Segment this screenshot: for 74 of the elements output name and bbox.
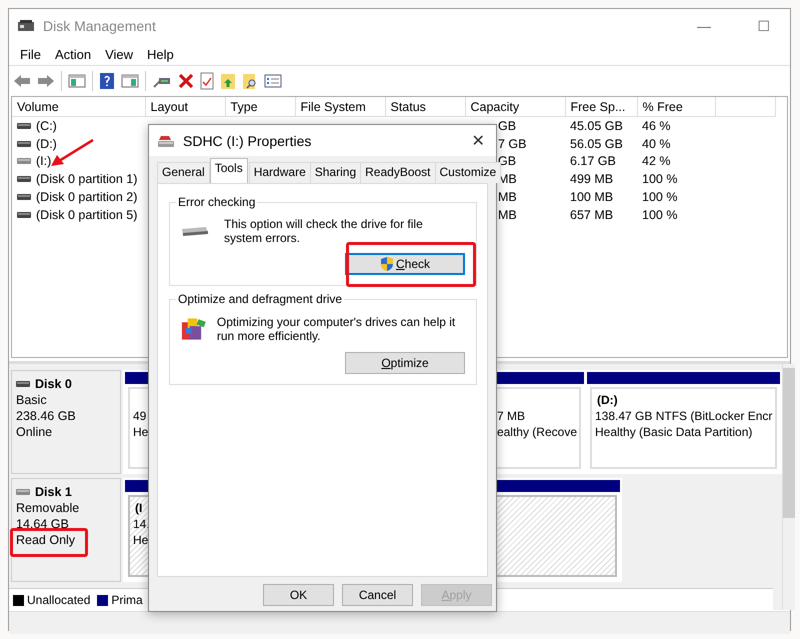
disk-info: Read Only — [16, 533, 76, 547]
column-header[interactable]: Layout — [145, 97, 225, 116]
check-button[interactable]: Check — [345, 253, 465, 275]
partition-info: 49 — [133, 409, 148, 423]
partition-info: 7 MB — [496, 409, 526, 423]
tab[interactable]: General — [157, 162, 210, 183]
volume-name: (I:) — [36, 154, 52, 168]
table-cell-text: 499 MB — [569, 171, 614, 188]
table-cell-text: 100 MB — [569, 189, 614, 206]
volume-name: (C:) — [36, 118, 57, 133]
column-header[interactable]: % Free — [637, 97, 715, 116]
close-button[interactable]: ✕ — [460, 130, 496, 150]
column-header[interactable]: File System — [295, 97, 385, 116]
disk-label-panel[interactable]: Disk 1 Removable 14.64 GB Read Only — [11, 478, 121, 582]
legend-label: Unallocated — [27, 593, 90, 607]
table-cell: 46 % — [637, 116, 715, 135]
legend-label: Prima — [111, 593, 143, 607]
menu-item[interactable]: File — [13, 46, 48, 62]
disk-label-panel[interactable]: Disk 0 Basic 238.46 GB Online — [11, 370, 121, 474]
table-cell: 7 GB — [498, 136, 526, 151]
partition-info: He — [133, 425, 150, 439]
minimize-button[interactable]: — — [678, 18, 730, 34]
disk-info: Online — [16, 425, 54, 439]
partition-info: 138.47 GB NTFS (BitLocker Encr — [595, 409, 772, 423]
table-cell-text: 100 % — [641, 171, 678, 188]
column-header[interactable]: Capacity — [465, 97, 565, 116]
column-header[interactable]: Volume — [12, 97, 145, 116]
menu-item[interactable]: Action — [48, 46, 98, 62]
disk-info: 14.64 GB — [16, 517, 70, 531]
menu-item[interactable]: Help — [140, 46, 181, 62]
tab[interactable]: Customize — [434, 162, 502, 183]
maximize-button[interactable]: ☐ — [738, 18, 790, 34]
partition-info: He — [133, 533, 150, 547]
table-cell-text: 100 % — [641, 189, 678, 206]
table-cell-text: 42 % — [641, 153, 672, 170]
partition-info: 14. — [133, 517, 151, 531]
volume-name: (Disk 0 partition 5) — [36, 208, 138, 222]
column-header[interactable]: Type — [225, 97, 295, 116]
description-text: This option will check the drive for file system errors. — [224, 217, 424, 245]
table-cell: MB — [498, 208, 517, 222]
table-cell: 45.05 GB — [565, 116, 637, 135]
tab[interactable]: Hardware — [248, 162, 311, 183]
dialog-button[interactable]: Cancel — [342, 584, 413, 606]
partition-title: (D:) — [596, 393, 619, 407]
group-title: Error checking — [176, 195, 258, 209]
disk-info: Basic — [16, 393, 48, 407]
column-header[interactable]: Status — [385, 97, 465, 116]
table-cell: GB — [498, 118, 516, 133]
optimize-button[interactable]: Optimize — [345, 352, 465, 374]
volume-name: (D:) — [36, 136, 57, 151]
partition-title: (I — [134, 501, 144, 515]
disk-name: Disk 0 — [35, 377, 72, 391]
disk-info: 238.46 GB — [16, 409, 77, 423]
description-text: Optimizing your computer's drives can help it run more efficiently. — [216, 315, 456, 343]
group-title: Optimize and defragment drive — [176, 292, 344, 306]
window-title: Disk Management — [43, 18, 156, 34]
table-cell-text: 6.17 GB — [569, 153, 617, 170]
table-cell-text: 40 % — [641, 136, 672, 153]
table-cell-text: 56.05 GB — [569, 136, 624, 153]
partition-info: ealthy (Recove — [496, 425, 577, 439]
dialog-button[interactable]: OK — [263, 584, 334, 606]
menu-item[interactable]: View — [98, 46, 140, 62]
column-header[interactable]: Free Sp... — [565, 97, 637, 116]
volume-name: (Disk 0 partition 1) — [36, 172, 138, 186]
disk-info: Removable — [16, 501, 80, 515]
partition-box[interactable]: (D:) 138.47 GB NTFS (BitLocker Encr Healthy (Basic Data Partition) — [590, 387, 778, 469]
volume-name: (Disk 0 partition 2) — [36, 190, 138, 204]
tab[interactable]: Tools — [210, 158, 248, 183]
table-cell: MB — [498, 190, 517, 204]
disk-name: Disk 1 — [35, 485, 72, 499]
table-cell-text: 100 % — [641, 206, 678, 224]
table-cell-text: 657 MB — [569, 206, 614, 224]
dialog-title: SDHC (I:) Properties — [183, 132, 312, 148]
partition-info: Healthy (Basic Data Partition) — [595, 425, 754, 439]
